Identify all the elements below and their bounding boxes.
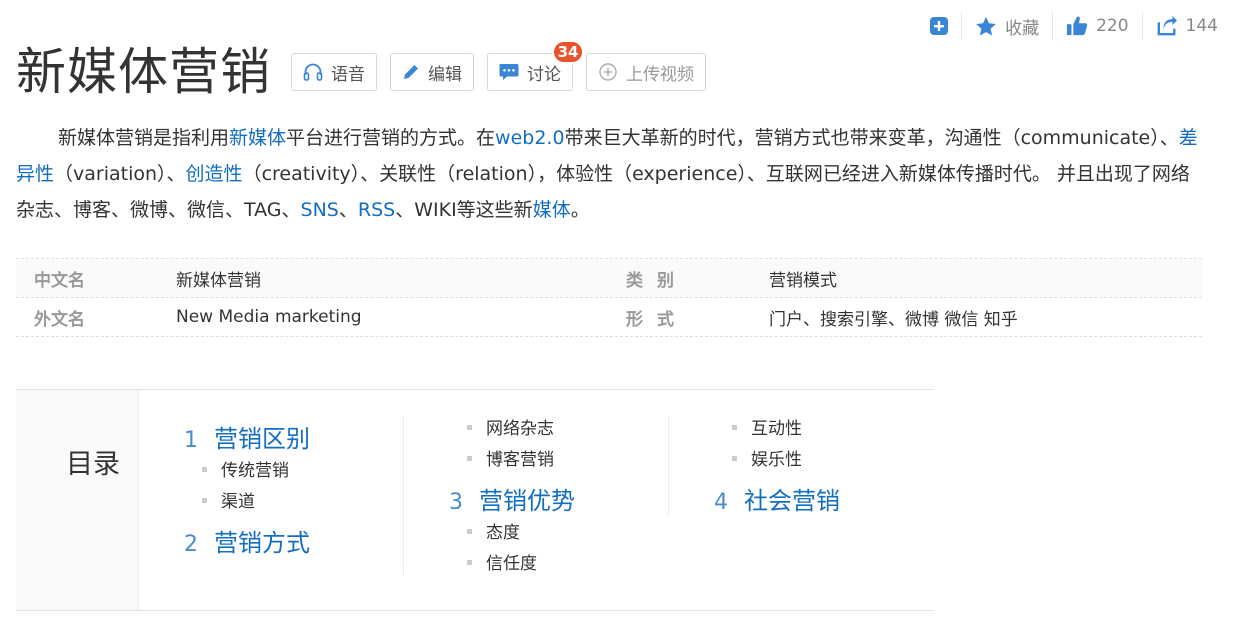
link-rss[interactable]: RSS xyxy=(358,199,395,221)
catalog-num: 2 xyxy=(184,532,198,557)
info-key: 外文名 xyxy=(34,309,85,330)
discuss-label: 讨论 xyxy=(527,64,561,85)
thumbs-up-icon xyxy=(1066,15,1088,37)
like-count: 220 xyxy=(1096,16,1129,36)
page-title: 新媒体营销 xyxy=(16,43,271,101)
title-buttons: 语音 编辑 讨论 34 上传视频 xyxy=(291,40,719,91)
info-key: 类别 xyxy=(626,270,688,291)
catalog-num: 3 xyxy=(449,490,463,515)
link-new-media[interactable]: 新媒体 xyxy=(229,127,286,149)
summary-paragraph: 新媒体营销是指利用新媒体平台进行营销的方式。在web2.0带来巨大革新的时代，营… xyxy=(16,120,1201,228)
catalog-subitem[interactable]: 互动性 xyxy=(732,414,802,439)
info-value: 营销模式 xyxy=(769,270,837,291)
star-icon xyxy=(975,16,997,37)
top-action-bar: 收藏 220 144 xyxy=(916,10,1231,42)
catalog-body: 1 营销区别 传统营销 渠道 2 营销方式 网络杂志 博客营销 3 营销优势 态度 信… xyxy=(139,390,934,610)
catalog-label: 社会营销 xyxy=(744,487,840,515)
edit-label: 编辑 xyxy=(428,64,462,85)
discuss-count-badge: 34 xyxy=(552,40,584,64)
info-row: 中文名 新媒体营销 类别 营销模式 xyxy=(16,259,1202,298)
catalog-num: 4 xyxy=(714,490,728,515)
catalog-num: 1 xyxy=(184,428,198,453)
catalog-label: 营销区别 xyxy=(214,425,310,453)
plus-square-icon xyxy=(929,16,949,36)
chat-icon xyxy=(499,63,519,81)
catalog-subitem[interactable]: 信任度 xyxy=(467,549,537,574)
voice-button[interactable]: 语音 xyxy=(291,53,377,91)
summary-text: 。 xyxy=(570,199,590,221)
link-creativity[interactable]: 创造性 xyxy=(186,163,243,185)
link-sns[interactable]: SNS xyxy=(301,199,339,221)
summary-text: 新媒体营销是指利用 xyxy=(58,127,230,149)
info-value: 门户、搜索引擎、微博 微信 知乎 xyxy=(769,309,1018,330)
pencil-icon xyxy=(402,63,420,81)
catalog-subitem[interactable]: 态度 xyxy=(467,518,520,543)
upload-video-button[interactable]: 上传视频 xyxy=(586,53,706,91)
info-value: 新媒体营销 xyxy=(176,270,261,291)
catalog-label: 营销优势 xyxy=(479,487,575,515)
catalog-label: 营销方式 xyxy=(214,529,310,557)
add-button[interactable] xyxy=(916,12,961,40)
summary-text: 、 xyxy=(338,199,358,221)
catalog-subitem[interactable]: 渠道 xyxy=(202,487,255,512)
info-value: New Media marketing xyxy=(176,307,362,327)
summary-text: 平台进行营销的方式。在 xyxy=(286,127,496,149)
edit-button[interactable]: 编辑 xyxy=(390,53,474,91)
link-media[interactable]: 媒体 xyxy=(533,199,571,221)
catalog-title: 目录 xyxy=(16,390,139,610)
catalog-item-1[interactable]: 1 营销区别 xyxy=(184,419,310,454)
collect-button[interactable]: 收藏 xyxy=(961,12,1052,40)
catalog-subitem[interactable]: 博客营销 xyxy=(467,445,554,470)
title-row: 新媒体营销 语音 编辑 讨论 34 上传视频 xyxy=(16,40,719,104)
info-row: 外文名 New Media marketing 形式 门户、搜索引擎、微博 微信… xyxy=(16,298,1202,337)
catalog-item-2[interactable]: 2 营销方式 xyxy=(184,523,310,558)
collect-label: 收藏 xyxy=(1005,18,1040,39)
catalog-item-3[interactable]: 3 营销优势 xyxy=(449,481,575,516)
upload-video-label: 上传视频 xyxy=(626,64,694,85)
catalog-subitem[interactable]: 娱乐性 xyxy=(732,445,802,470)
info-key: 中文名 xyxy=(34,270,85,291)
catalog-divider xyxy=(403,415,404,575)
link-web2[interactable]: web2.0 xyxy=(495,127,565,149)
share-icon xyxy=(1156,16,1178,36)
catalog: 目录 1 营销区别 传统营销 渠道 2 营销方式 网络杂志 博客营销 3 营销优势 态… xyxy=(16,389,934,611)
voice-label: 语音 xyxy=(331,64,365,85)
catalog-subitem[interactable]: 传统营销 xyxy=(202,456,289,481)
basic-info-table: 中文名 新媒体营销 类别 营销模式 外文名 New Media marketin… xyxy=(16,258,1202,337)
catalog-subitem[interactable]: 网络杂志 xyxy=(467,414,554,439)
share-count: 144 xyxy=(1185,16,1218,36)
catalog-item-4[interactable]: 4 社会营销 xyxy=(714,481,840,516)
summary-text: 带来巨大革新的时代，营销方式也带来变革，沟通性（communicate）、 xyxy=(564,127,1179,149)
plus-circle-icon xyxy=(598,62,618,82)
headphones-icon xyxy=(303,63,323,81)
catalog-divider xyxy=(668,415,669,515)
info-key: 形式 xyxy=(626,309,688,330)
share-button[interactable]: 144 xyxy=(1141,12,1231,40)
summary-text: （variation）、 xyxy=(54,163,186,185)
like-button[interactable]: 220 xyxy=(1052,12,1141,40)
summary-text: 、WIKI等这些新 xyxy=(395,199,533,221)
discuss-button[interactable]: 讨论 34 xyxy=(487,40,584,91)
